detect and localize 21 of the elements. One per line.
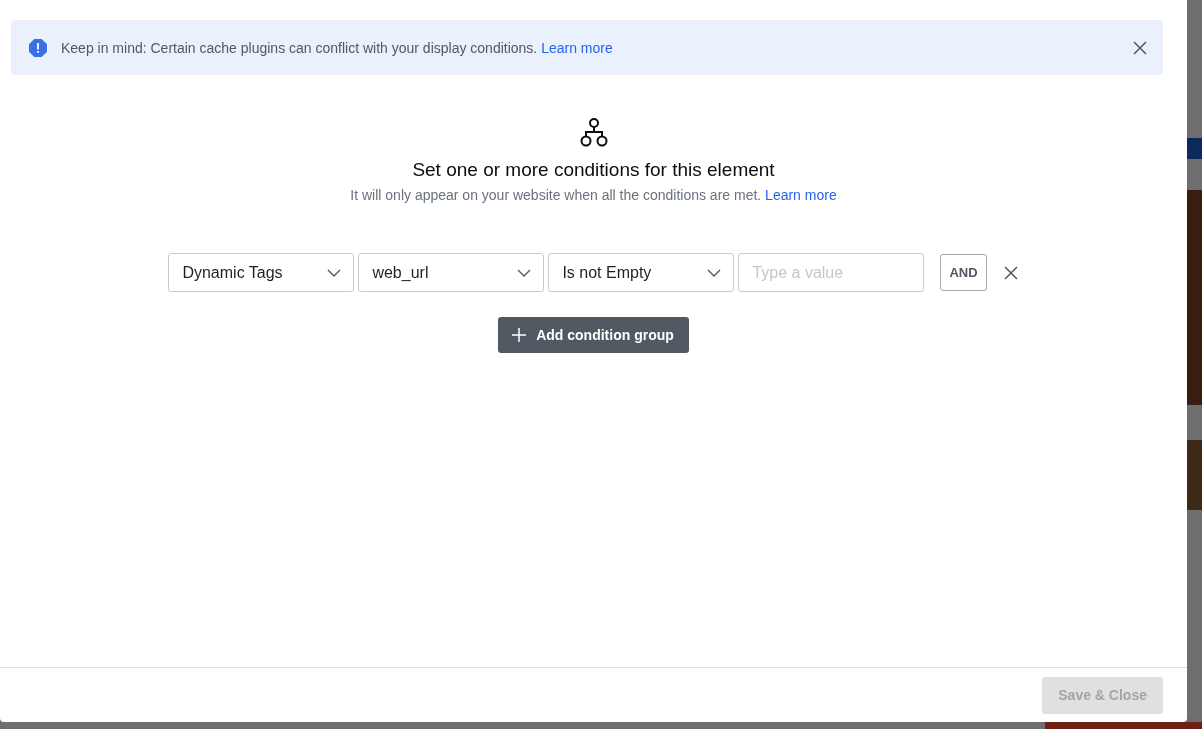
value-input-field[interactable]: Type a value [738,253,925,292]
learn-more-link[interactable]: Learn more [541,39,613,56]
chevron-down-icon [707,268,722,277]
dialog-subtitle: It will only appear on your website when all the conditions are met. Learn more [350,187,837,203]
chevron-down-icon [517,268,532,277]
close-icon[interactable] [1133,40,1147,55]
add-condition-group-button[interactable]: Add condition group [498,317,689,353]
dialog-title: Set one or more conditions for this element [412,159,775,181]
background-banner [1187,138,1202,159]
select-dropdown[interactable]: web_url [358,253,545,292]
and-button[interactable]: AND [940,254,987,291]
photo-placeholder [1187,440,1202,510]
notice-text: Keep in mind: Certain cache plugins can conflict with your display conditions. Learn more [61,39,614,56]
plus-icon [512,328,527,342]
select-dropdown[interactable]: Is not Empty [548,253,735,292]
learn-more-link[interactable]: Learn more [765,187,837,203]
remove-icon[interactable] [1002,264,1019,281]
chevron-down-icon [327,268,342,277]
alert-icon [29,38,47,57]
select-dropdown[interactable]: Dynamic Tags [168,253,355,292]
hierarchy-icon [578,117,609,147]
